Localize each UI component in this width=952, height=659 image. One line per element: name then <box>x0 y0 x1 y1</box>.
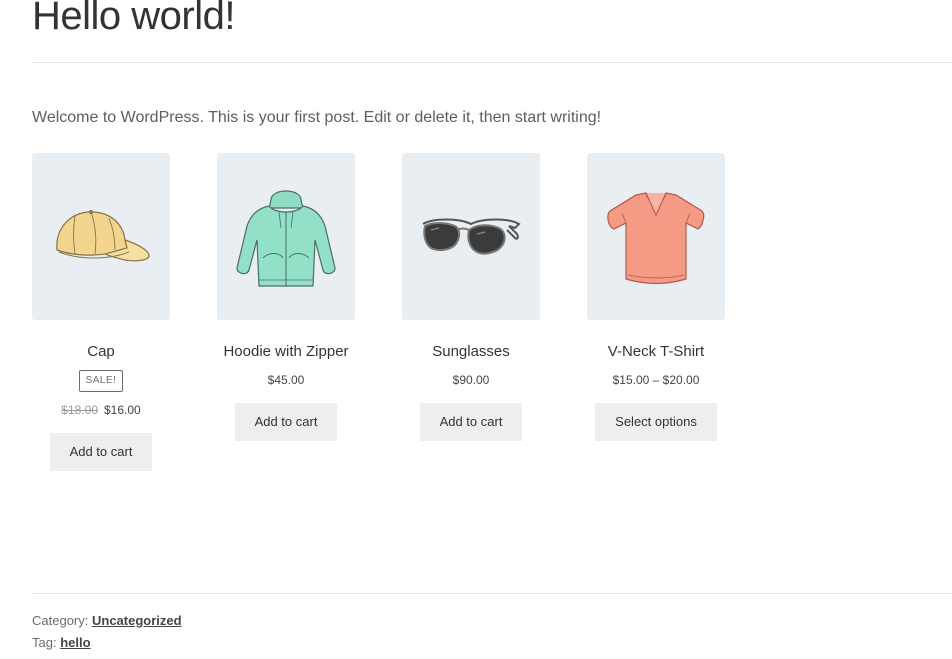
product-price: $90.00 <box>452 373 490 387</box>
select-options-button[interactable]: Select options <box>595 403 717 441</box>
product-name[interactable]: Sunglasses <box>372 342 570 362</box>
hoodie-image[interactable] <box>217 153 355 320</box>
product-price: $15.00 – $20.00 <box>612 373 700 387</box>
add-to-cart-button[interactable]: Add to cart <box>234 403 338 441</box>
tag-link[interactable]: hello <box>60 635 90 650</box>
product-vneck-tshirt: V-Neck T-Shirt $15.00 – $20.00 Select op… <box>587 153 725 441</box>
post-title: Hello world! <box>32 0 235 38</box>
product-price: $18.00 $16.00 <box>32 402 170 418</box>
product-name[interactable]: Hoodie with Zipper <box>187 342 385 362</box>
sale-price: $16.00 <box>104 403 141 417</box>
product-sunglasses: Sunglasses $90.00 Add to cart <box>402 153 540 441</box>
hoodie-icon <box>236 189 336 287</box>
title-divider <box>32 62 952 63</box>
product-hoodie: Hoodie with Zipper $45.00 Add to cart <box>217 153 355 441</box>
tshirt-image[interactable] <box>587 153 725 320</box>
post-category: Category: Uncategorized <box>32 612 182 630</box>
sale-badge: SALE! <box>78 370 124 392</box>
product-name[interactable]: V-Neck T-Shirt <box>557 342 755 362</box>
tshirt-icon <box>607 191 705 284</box>
cap-icon <box>56 209 150 261</box>
sunglasses-icon <box>422 218 521 255</box>
tag-label: Tag: <box>32 635 57 650</box>
cap-image[interactable] <box>32 153 170 320</box>
add-to-cart-button[interactable]: Add to cart <box>419 403 523 441</box>
product-price: $45.00 <box>267 373 305 387</box>
category-link[interactable]: Uncategorized <box>92 613 182 628</box>
sunglasses-image[interactable] <box>402 153 540 320</box>
post-tag: Tag: hello <box>32 634 91 652</box>
product-name[interactable]: Cap <box>2 342 200 362</box>
page: Hello world! Welcome to WordPress. This … <box>0 0 952 659</box>
add-to-cart-button[interactable]: Add to cart <box>49 433 153 471</box>
product-cap: Cap SALE! $18.00 $16.00 Add to cart <box>32 153 170 471</box>
product-grid: Cap SALE! $18.00 $16.00 Add to cart Hood… <box>32 153 725 493</box>
category-label: Category: <box>32 613 89 628</box>
old-price: $18.00 <box>61 403 98 417</box>
footer-divider <box>32 593 952 594</box>
post-intro: Welcome to WordPress. This is your first… <box>32 109 602 126</box>
